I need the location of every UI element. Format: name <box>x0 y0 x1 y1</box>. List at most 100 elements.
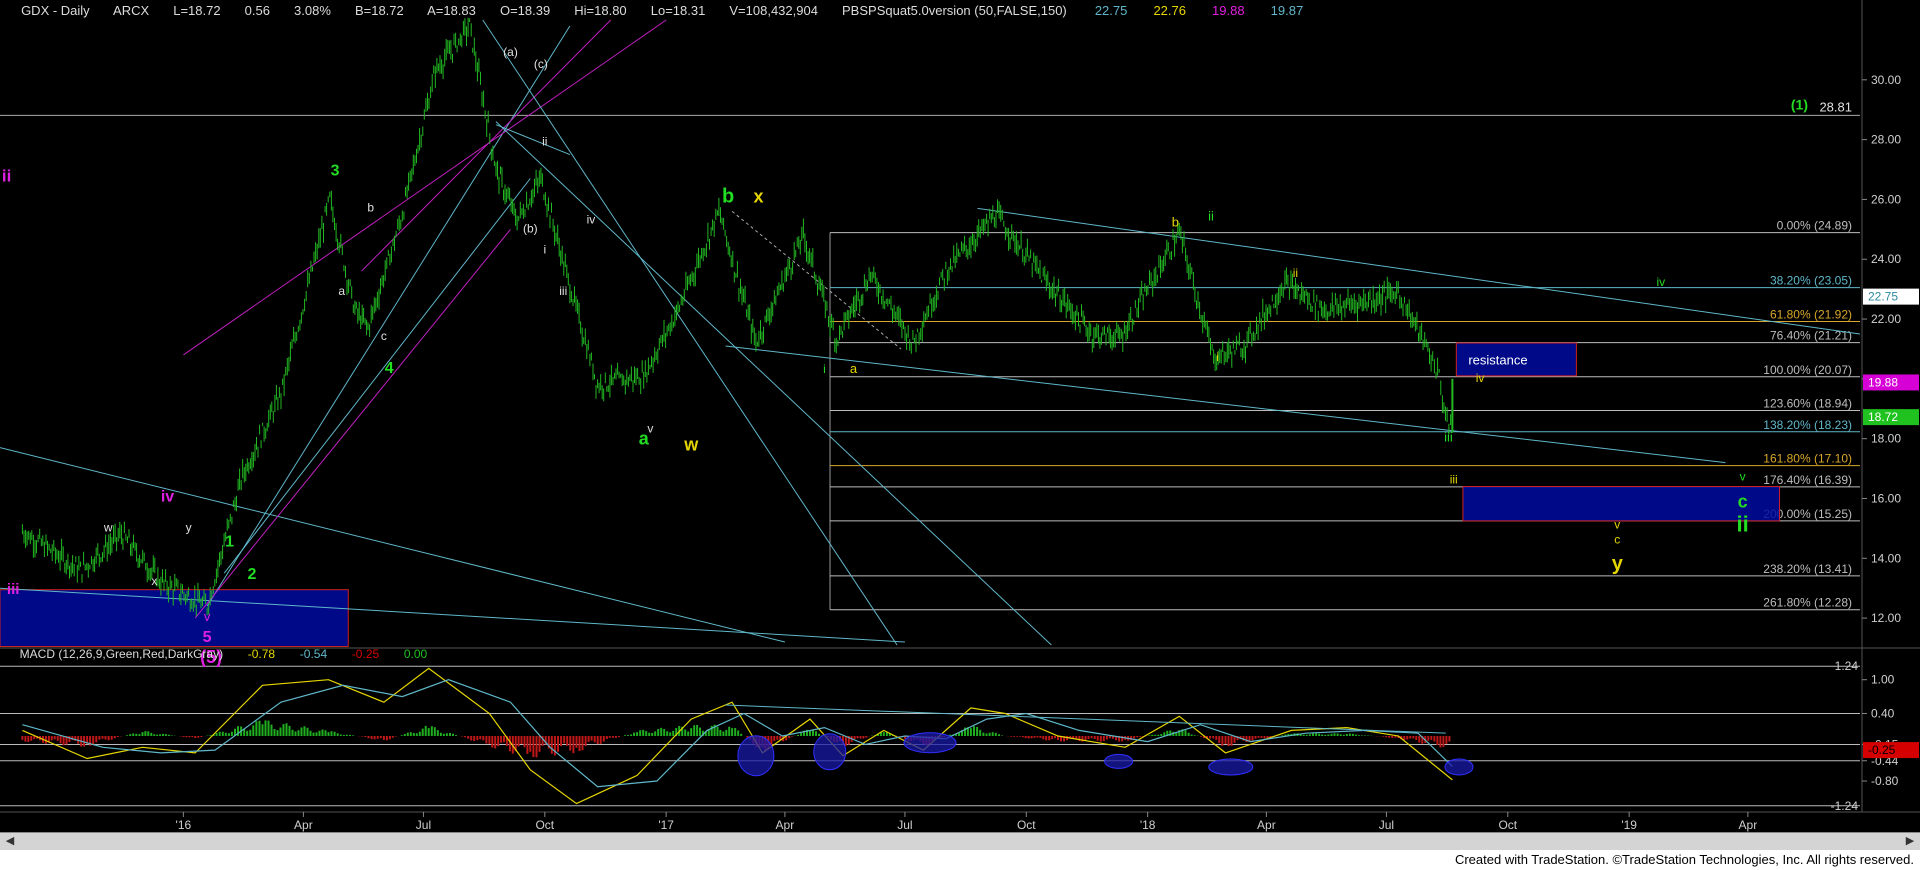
fib-level-label: 261.80% (12.28) <box>1763 596 1852 610</box>
wave-1-level-label: 28.81 <box>1819 99 1852 114</box>
change-label: 0.56 <box>245 3 270 18</box>
macd-value-1: -0.78 <box>248 647 276 661</box>
wave-label: y <box>1612 553 1624 575</box>
study-value-2: 22.76 <box>1153 3 1186 18</box>
fib-level-label: 61.80% (21.92) <box>1770 307 1852 321</box>
price-tick-label: 18.00 <box>1871 432 1901 446</box>
wave-label: a <box>338 284 345 298</box>
macd-value-4: 0.00 <box>404 647 428 661</box>
time-tick-label: Apr <box>776 818 795 832</box>
wave-label: iii <box>559 284 567 298</box>
chart-background <box>0 0 1920 832</box>
study-value-3: 19.88 <box>1212 3 1245 18</box>
wave-label: x <box>151 574 157 588</box>
last-price-label: L=18.72 <box>173 3 220 18</box>
wave-label: v <box>1614 517 1620 531</box>
ask-label: A=18.83 <box>427 3 476 18</box>
wave-label: v <box>204 609 211 624</box>
fib-level-label: 38.20% (23.05) <box>1770 274 1852 288</box>
exchange-label: ARCX <box>113 3 149 18</box>
macd-title: MACD (12,26,9,Green,Red,DarkGray) <box>20 647 223 661</box>
fib-level-label: 238.20% (13.41) <box>1763 562 1852 576</box>
time-tick-label: '19 <box>1621 818 1637 832</box>
wave-label: 5 <box>203 629 212 646</box>
fib-level-label: 100.00% (20.07) <box>1763 363 1852 377</box>
wave-label: v <box>1740 470 1746 484</box>
copyright-footer: Created with TradeStation. ©TradeStation… <box>0 850 1920 870</box>
wave-label: iv <box>587 212 596 226</box>
fib-level-label: 138.20% (18.23) <box>1763 418 1852 432</box>
wave-label: c <box>381 329 387 343</box>
fib-level-label: 176.40% (16.39) <box>1763 473 1852 487</box>
wave-label: (a) <box>503 45 518 59</box>
chart-canvas: 0.00% (24.89) 38.20% (23.05) 61.80% (21.92… <box>0 0 1920 832</box>
time-tick-label: '18 <box>1140 818 1156 832</box>
time-tick-label: Apr <box>1739 818 1758 832</box>
fib-level-label: 161.80% (17.10) <box>1763 452 1852 466</box>
macd-highlight-ellipse <box>737 735 775 777</box>
price-marker-label: 18.72 <box>1868 410 1898 424</box>
study-label: PBSPSquat5.0version (50,FALSE,150) <box>842 3 1067 18</box>
macd-highlight-ellipse <box>1104 753 1134 769</box>
low-label: Lo=18.31 <box>651 3 706 18</box>
target-box <box>1462 486 1781 522</box>
macd-highlight-ellipse <box>1444 758 1474 776</box>
price-tick-label: 24.00 <box>1871 252 1901 266</box>
macd-level-label: -1.24 <box>1831 799 1859 813</box>
open-label: O=18.39 <box>500 3 550 18</box>
bid-label: B=18.72 <box>355 3 404 18</box>
time-tick-label: Apr <box>294 818 313 832</box>
chart-scrollbar[interactable]: ◀ ▶ <box>0 832 1920 850</box>
wave-label: i <box>1216 350 1219 364</box>
wave-label: 4 <box>385 360 394 377</box>
wave-label: c <box>1738 491 1748 511</box>
time-tick-label: Oct <box>1498 818 1517 832</box>
macd-tick-label: 0.40 <box>1871 706 1895 720</box>
wave-label: b <box>367 200 374 214</box>
wave-label: i <box>823 362 826 376</box>
fib-level-label: 123.60% (18.94) <box>1763 397 1852 411</box>
wave-label: (b) <box>523 221 538 235</box>
time-tick-label: Jul <box>416 818 431 832</box>
price-tick-label: 28.00 <box>1871 133 1901 147</box>
price-tick-label: 22.00 <box>1871 312 1901 326</box>
wave-label: b <box>722 185 734 207</box>
symbol-label: GDX - Daily <box>21 3 90 18</box>
time-tick-label: Oct <box>1017 818 1036 832</box>
wave-label: iv <box>161 488 174 505</box>
change-pct-label: 3.08% <box>294 3 331 18</box>
price-marker-label: 22.75 <box>1868 290 1898 304</box>
wave-label: iv <box>1656 275 1665 289</box>
wave-label: a <box>639 429 650 449</box>
wave-label: ii <box>1736 511 1748 536</box>
wave-label: iii <box>1450 473 1458 487</box>
svg-text:GDX - Daily ARCX L=18.: GDX - Daily ARCX L=18.72 0.56 3.08% B=18… <box>3 3 1314 18</box>
time-tick-label: Oct <box>535 818 554 832</box>
macd-tick-label: -0.80 <box>1871 774 1899 788</box>
macd-value-3: -0.25 <box>352 647 380 661</box>
wave-label: ii <box>1293 266 1298 280</box>
wave-label: iii <box>7 581 20 598</box>
fib-level-label: 0.00% (24.89) <box>1777 219 1852 233</box>
macd-value-2: -0.54 <box>300 647 328 661</box>
time-tick-label: Jul <box>1379 818 1394 832</box>
wave-label: ii <box>2 166 11 185</box>
scroll-left-icon[interactable]: ◀ <box>2 834 18 849</box>
wave-label: y <box>186 520 192 534</box>
macd-tick-label: 1.00 <box>1871 673 1895 687</box>
price-tick-label: 26.00 <box>1871 192 1901 206</box>
time-tick-label: Jul <box>897 818 912 832</box>
macd-highlight-ellipse <box>1208 758 1254 776</box>
study-value-1: 22.75 <box>1095 3 1128 18</box>
wave-label: ii <box>1208 208 1214 223</box>
wave-label: 2 <box>248 566 257 583</box>
price-marker-label: 19.88 <box>1868 375 1898 389</box>
wave-label: iii <box>1444 430 1453 445</box>
macd-value-marker-label: -0.25 <box>1868 743 1896 757</box>
wave-label: 1 <box>225 533 234 550</box>
wave-label: ii <box>542 135 547 149</box>
wave-1-label: (1) <box>1791 96 1808 112</box>
scroll-right-icon[interactable]: ▶ <box>1902 834 1918 849</box>
svg-text:MACD (12,26,9,Green,Red,DarkGr: MACD (12,26,9,Green,Red,DarkGray) -0.78 … <box>3 647 437 661</box>
wave-label: 3 <box>331 163 340 180</box>
